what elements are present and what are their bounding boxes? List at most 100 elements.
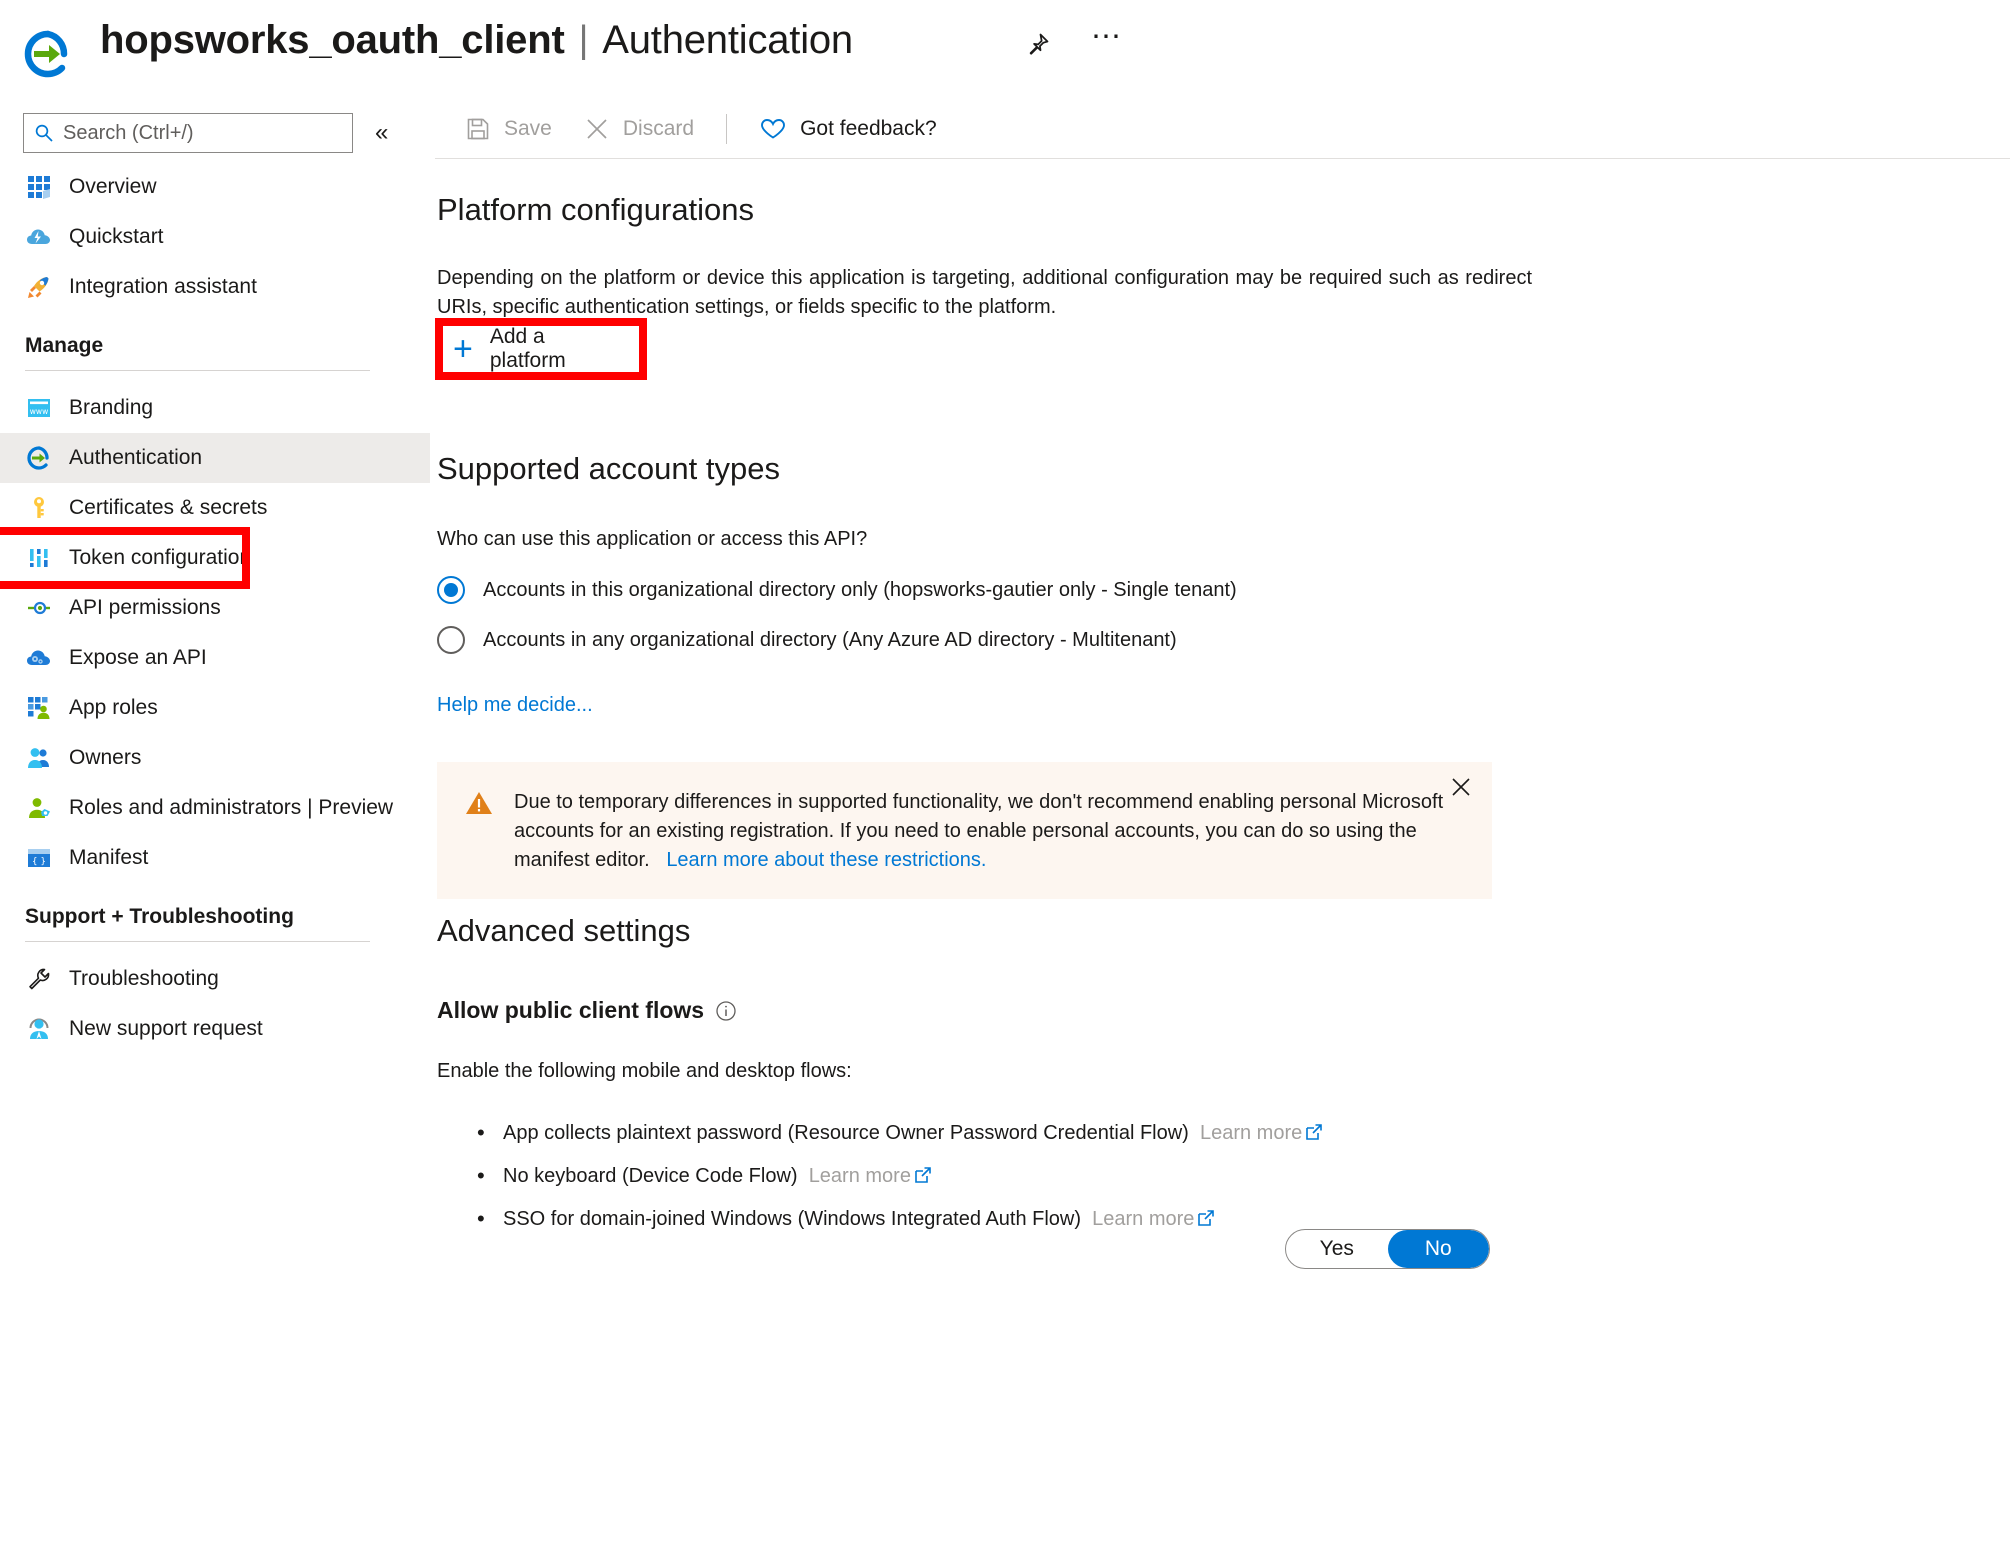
radio-button[interactable] <box>437 626 465 654</box>
close-x-icon <box>584 116 610 142</box>
sidebar-item-label: New support request <box>69 1017 263 1041</box>
sidebar-item-integration-assistant[interactable]: Integration assistant <box>0 262 430 312</box>
external-link-icon[interactable] <box>1304 1122 1324 1150</box>
svg-text:www: www <box>29 407 47 416</box>
learn-more-link[interactable]: Learn more <box>809 1165 911 1187</box>
section-heading-advanced: Advanced settings <box>437 913 1837 949</box>
support-person-icon <box>25 1016 52 1043</box>
ellipsis-icon[interactable]: ⋯ <box>1090 28 1124 62</box>
radio-label: Accounts in this organizational director… <box>483 579 1237 602</box>
heart-icon <box>759 116 787 142</box>
enable-flows-row: Enable the following mobile and desktop … <box>437 1060 1837 1083</box>
authentication-app-icon <box>22 28 74 80</box>
sidebar-item-roles-and-administrators[interactable]: Roles and administrators | Preview <box>0 783 430 833</box>
role-person-icon <box>25 795 52 822</box>
advanced-settings-section: Advanced settings Allow public client fl… <box>437 913 1837 1248</box>
search-icon <box>34 123 54 143</box>
highlight-box-authentication-nav <box>0 527 250 589</box>
learn-more-link[interactable]: Learn more <box>1200 1122 1302 1144</box>
cloud-lightning-icon <box>25 224 52 251</box>
sidebar-group-manage: Manage <box>0 334 430 371</box>
browser-www-icon: www <box>25 395 52 422</box>
radio-button[interactable] <box>437 576 465 604</box>
sidebar-item-app-roles[interactable]: App roles <box>0 683 430 733</box>
external-link-icon[interactable] <box>913 1165 933 1193</box>
allow-public-client-flows-label: Allow public client flows <box>437 997 1837 1024</box>
sidebar-group-title: Manage <box>25 334 390 358</box>
svg-text:{ }: { } <box>31 857 45 867</box>
sidebar-item-label: Troubleshooting <box>69 967 219 991</box>
allow-public-client-flows-text: Allow public client flows <box>437 997 704 1024</box>
overview-grid-icon <box>25 174 52 201</box>
help-me-decide-link[interactable]: Help me decide... <box>437 694 1637 717</box>
sidebar-item-label: App roles <box>69 696 158 720</box>
got-feedback-label: Got feedback? <box>800 117 937 141</box>
discard-button[interactable]: Discard <box>568 110 710 148</box>
enable-flows-text: Enable the following mobile and desktop … <box>437 1060 852 1083</box>
sidebar-item-label: Quickstart <box>69 225 164 249</box>
sidebar-item-expose-an-api[interactable]: Expose an API <box>0 633 430 683</box>
radio-option-single-tenant[interactable]: Accounts in this organizational director… <box>437 576 1637 604</box>
sidebar-item-branding[interactable]: www Branding <box>0 383 430 433</box>
platform-configurations-section: Platform configurations Depending on the… <box>437 192 1537 322</box>
section-heading-account-types: Supported account types <box>437 451 1637 487</box>
warning-banner-body: Due to temporary differences in supporte… <box>514 788 1468 875</box>
save-button[interactable]: Save <box>449 110 568 148</box>
warning-banner: Due to temporary differences in supporte… <box>437 762 1492 899</box>
flow-text: App collects plaintext password (Resourc… <box>503 1122 1189 1144</box>
radio-option-multitenant[interactable]: Accounts in any organizational directory… <box>437 626 1637 654</box>
sidebar-item-overview[interactable]: Overview <box>0 162 430 212</box>
save-label: Save <box>504 117 552 141</box>
warning-banner-link[interactable]: Learn more about these restrictions. <box>666 849 986 871</box>
app-roles-grid-person-icon <box>25 695 52 722</box>
sidebar-item-manifest[interactable]: { } Manifest <box>0 833 430 883</box>
sidebar-item-new-support-request[interactable]: New support request <box>0 1004 430 1054</box>
search-input[interactable]: Search (Ctrl+/) <box>23 113 353 153</box>
sidebar-item-label: Overview <box>69 175 157 199</box>
azure-portal-page: hopsworks_oauth_client | Authentication … <box>0 0 2010 1550</box>
close-icon[interactable] <box>1450 776 1472 803</box>
page-header: hopsworks_oauth_client | Authentication … <box>0 0 2010 100</box>
wrench-icon <box>25 966 52 993</box>
sidebar-group-support: Support + Troubleshooting <box>0 905 430 942</box>
learn-more-link[interactable]: Learn more <box>1092 1208 1194 1230</box>
external-link-icon[interactable] <box>1196 1208 1216 1236</box>
toolbar-divider <box>726 114 727 144</box>
main-content: Platform configurations Depending on the… <box>435 158 2010 1550</box>
sidebar-item-quickstart[interactable]: Quickstart <box>0 212 430 262</box>
sidebar-item-label: Certificates & secrets <box>69 496 267 520</box>
radio-label: Accounts in any organizational directory… <box>483 629 1177 652</box>
sidebar-item-owners[interactable]: Owners <box>0 733 430 783</box>
section-heading-platform: Platform configurations <box>437 192 1537 228</box>
info-icon[interactable] <box>715 1000 737 1022</box>
sidebar-item-troubleshooting[interactable]: Troubleshooting <box>0 954 430 1004</box>
flow-text: SSO for domain-joined Windows (Windows I… <box>503 1208 1081 1230</box>
api-connector-icon <box>25 595 52 622</box>
command-bar: Save Discard Got feedback? <box>435 100 2010 158</box>
save-disk-icon <box>465 116 491 142</box>
flow-text: No keyboard (Device Code Flow) <box>503 1165 798 1187</box>
authentication-arrow-icon <box>25 445 52 472</box>
key-icon <box>25 495 52 522</box>
page-title-separator: | <box>579 19 589 62</box>
platform-description: Depending on the platform or device this… <box>437 264 1532 322</box>
pin-icon[interactable] <box>1020 28 1054 62</box>
add-a-platform-label: Add a platform <box>490 325 625 373</box>
owners-people-icon <box>25 745 52 772</box>
list-item: App collects plaintext password (Resourc… <box>503 1119 1837 1150</box>
sidebar-item-authentication[interactable]: Authentication <box>0 433 430 483</box>
collapse-sidebar-icon[interactable]: « <box>375 121 388 145</box>
sidebar-item-label: Branding <box>69 396 153 420</box>
warning-triangle-icon <box>465 790 493 875</box>
add-a-platform-button[interactable]: + Add a platform <box>443 326 639 372</box>
sidebar-item-label: Integration assistant <box>69 275 257 299</box>
sidebar-item-label: API permissions <box>69 596 221 620</box>
got-feedback-button[interactable]: Got feedback? <box>743 110 953 148</box>
header-actions: ⋯ <box>1020 28 1124 62</box>
flows-list: App collects plaintext password (Resourc… <box>437 1119 1837 1236</box>
sidebar-item-certificates-secrets[interactable]: Certificates & secrets <box>0 483 430 533</box>
account-types-question: Who can use this application or access t… <box>437 525 1637 554</box>
sidebar-item-label: Manifest <box>69 846 148 870</box>
manifest-braces-icon: { } <box>25 845 52 872</box>
sidebar-item-api-permissions[interactable]: API permissions <box>0 583 430 633</box>
